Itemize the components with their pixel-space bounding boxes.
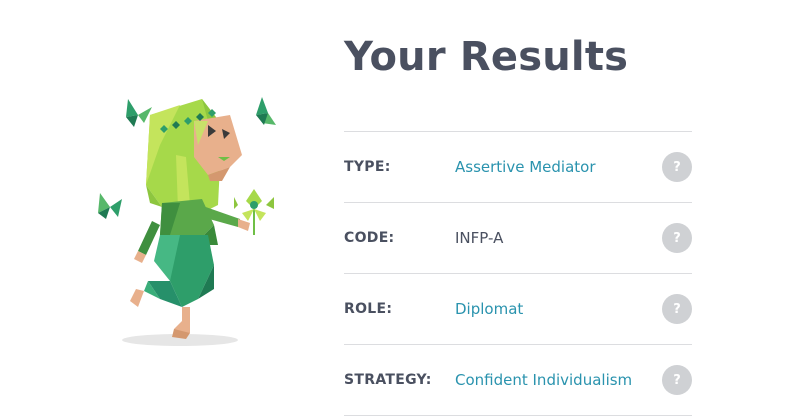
type-link[interactable]: Assertive Mediator: [455, 158, 596, 176]
row-label: STRATEGY:: [344, 372, 432, 388]
result-row-strategy: STRATEGY: Confident Individualism ?: [344, 345, 692, 416]
butterfly-icon: [256, 97, 276, 125]
row-label: CODE:: [344, 230, 395, 246]
question-mark-icon[interactable]: ?: [662, 365, 692, 395]
question-mark-icon[interactable]: ?: [662, 223, 692, 253]
page-title: Your Results: [344, 34, 629, 80]
result-row-type: TYPE: Assertive Mediator ?: [344, 132, 692, 203]
role-link[interactable]: Diplomat: [455, 300, 523, 318]
results-page: Your Results TYPE: Assertive Mediator ? …: [0, 0, 785, 419]
row-label: ROLE:: [344, 301, 393, 317]
result-row-role: ROLE: Diplomat ?: [344, 274, 692, 345]
result-row-code: CODE: INFP-A ?: [344, 203, 692, 274]
flower-icon: [234, 189, 274, 235]
butterfly-icon: [98, 193, 122, 219]
results-list: TYPE: Assertive Mediator ? CODE: INFP-A …: [344, 131, 692, 416]
code-value: INFP-A: [455, 229, 504, 247]
question-mark-icon[interactable]: ?: [662, 294, 692, 324]
row-label: TYPE:: [344, 159, 391, 175]
mediator-character-illustration: [98, 97, 276, 346]
strategy-link[interactable]: Confident Individualism: [455, 371, 632, 389]
question-mark-icon[interactable]: ?: [662, 152, 692, 182]
butterfly-icon: [126, 99, 152, 127]
